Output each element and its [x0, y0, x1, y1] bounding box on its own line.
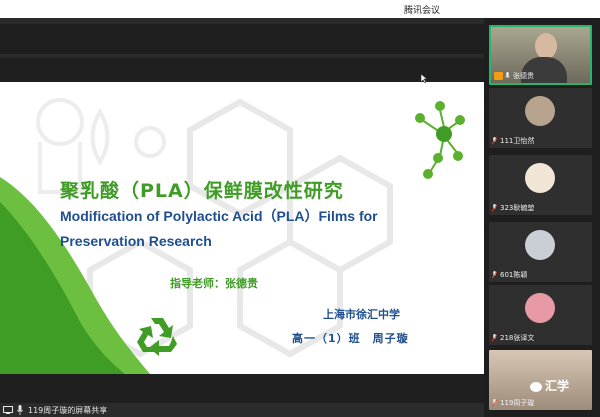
slide-top-band [0, 18, 484, 58]
participant-label: 601陈颖 [492, 270, 527, 280]
avatar [525, 163, 555, 193]
mic-muted-icon [492, 399, 497, 407]
mic-muted-icon [492, 204, 497, 212]
mic-muted-icon [492, 334, 497, 342]
participant-label: 323耿毓堃 [492, 203, 534, 213]
mic-icon [505, 72, 510, 78]
participant-name: 119周子璇 [500, 399, 535, 407]
mouse-cursor-icon [421, 74, 427, 83]
participant-name: 601陈颖 [500, 271, 528, 279]
molecule-icon [415, 101, 465, 179]
participant-label: 111卫怡然 [492, 136, 534, 146]
recycle-icon [137, 318, 177, 356]
participant-tile[interactable]: 323耿毓堃 [489, 155, 592, 215]
screen-share-label: 119周子璇的屏幕共享 [28, 406, 108, 415]
mic-muted-icon [492, 271, 497, 279]
host-icon [494, 72, 503, 80]
watermark-text: 汇学 [545, 379, 570, 393]
participant-name: 111卫怡然 [500, 137, 535, 145]
participant-tile[interactable]: 601陈颖 [489, 222, 592, 282]
mic-muted-icon [492, 137, 497, 145]
window-title: 腾讯会议 [404, 6, 441, 16]
slide-title-cn: 聚乳酸（PLA）保鲜膜改性研究 [60, 180, 344, 202]
slide-school: 上海市徐汇中学 [323, 308, 400, 321]
slide-title-en: Modification of Polylactic Acid（PLA）Film… [60, 208, 378, 249]
wechat-icon [530, 381, 542, 392]
participant-tile[interactable]: 218张译文 [489, 285, 592, 345]
participant-tile[interactable]: 111卫怡然 [489, 88, 592, 148]
participant-name: 张德贵 [513, 72, 534, 80]
avatar [525, 230, 555, 260]
slide-advisor: 指导老师：张德贵 [170, 277, 258, 290]
avatar [525, 293, 555, 323]
slide-class-author: 高一（1）班 周子璇 [292, 332, 409, 345]
presentation-slide: 聚乳酸（PLA）保鲜膜改性研究 Modification of Polylact… [0, 82, 484, 374]
participant-name: 218张译文 [500, 334, 535, 342]
participant-tile[interactable]: 张德贵 [489, 25, 592, 85]
mic-icon[interactable] [17, 405, 23, 415]
screen-share-icon [3, 406, 13, 414]
participant-label: 218张译文 [492, 333, 534, 343]
watermark: 汇学 [530, 377, 569, 394]
title-bar: 腾讯会议 [0, 0, 600, 18]
avatar [525, 96, 555, 126]
meeting-window: 腾讯会议 聚乳酸（PLA）保鲜膜改性研究 Modification of Pol… [0, 0, 600, 417]
screen-share-bar[interactable]: 119周子璇的屏幕共享 [0, 403, 484, 417]
participant-label: 119周子璇 [492, 398, 534, 408]
participant-name: 323耿毓堃 [500, 204, 535, 212]
participant-label: 张德贵 [494, 71, 534, 81]
